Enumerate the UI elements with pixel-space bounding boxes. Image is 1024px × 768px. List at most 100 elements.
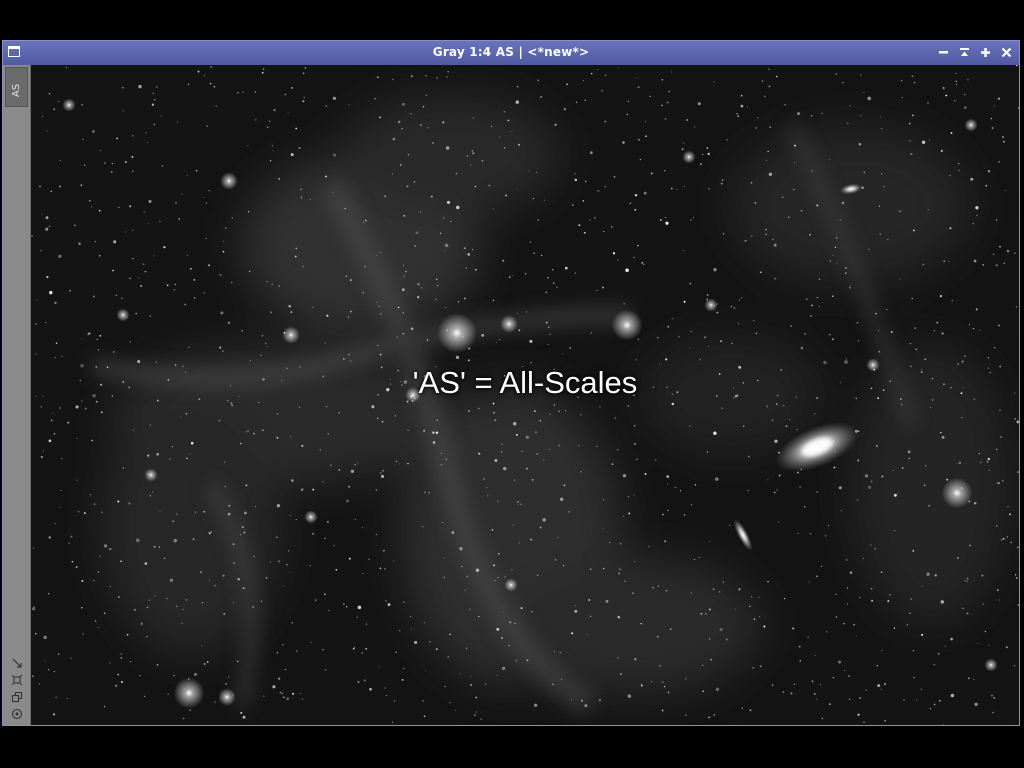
star [920,688,922,690]
star [811,170,814,172]
star [682,142,685,144]
zoom-fit-button[interactable] [9,655,25,670]
star [704,336,706,338]
star [863,171,866,174]
star [374,98,376,100]
star [289,514,291,517]
star [641,261,644,264]
image-canvas[interactable]: 'AS' = All-Scales [31,65,1019,725]
star [48,593,50,595]
star [122,86,124,89]
star [59,407,61,409]
star [670,187,673,190]
star [760,271,762,273]
star [955,72,957,75]
star [242,587,245,590]
star [312,488,315,491]
star [681,148,684,150]
star [59,506,61,508]
star [889,594,891,596]
star [782,196,784,198]
star [909,342,912,345]
star [803,506,806,508]
star [272,685,276,689]
star [442,217,445,219]
star [153,255,155,257]
star [277,677,281,680]
star [443,557,445,559]
star [144,270,147,273]
star [580,471,582,473]
star [301,444,304,447]
star [913,81,916,84]
title-bar[interactable]: Gray 1:4 AS | <*new*> [3,41,1019,65]
star [735,608,737,610]
star [950,693,955,698]
star [276,413,279,415]
preview-button[interactable] [9,689,25,704]
star [218,419,221,422]
star [868,248,870,251]
star [424,670,427,672]
star [319,449,322,451]
star [124,161,127,163]
star [627,405,629,407]
star [1001,479,1004,482]
star [352,647,355,650]
star [552,282,555,284]
star [435,298,437,300]
star [508,645,510,647]
view-tab-as[interactable]: AS [5,67,28,107]
maximize-icon [981,48,990,57]
star [486,487,488,489]
star [496,674,498,677]
star [664,540,667,543]
star [328,609,330,612]
star [589,151,593,155]
star [468,410,470,412]
star [689,347,691,349]
star [984,630,987,633]
star [492,299,495,302]
star [48,536,51,539]
star [289,436,292,438]
preview-icon [11,691,22,702]
star [591,72,593,75]
star [299,693,301,695]
star [423,429,425,432]
target-button[interactable] [9,706,25,721]
pan-button[interactable] [9,672,25,687]
star [472,152,475,155]
close-button[interactable] [998,44,1015,61]
star [1016,546,1019,549]
star [232,602,234,604]
star [496,627,500,631]
shade-button[interactable] [956,44,973,61]
star [741,707,743,709]
star [99,334,102,337]
star [1017,471,1019,473]
star [349,278,352,282]
star [481,334,485,337]
star [392,137,396,141]
star [578,224,581,226]
star [203,292,205,294]
star [43,635,47,640]
maximize-button[interactable] [977,44,994,61]
star [750,182,753,184]
star [554,123,557,127]
star [206,660,209,663]
star [881,127,883,130]
minimize-button[interactable] [935,44,952,61]
star [208,579,210,581]
star [958,461,962,464]
star [455,355,460,360]
star [325,105,328,107]
star [115,294,118,297]
star [941,435,945,439]
star [539,419,542,422]
star [237,578,240,581]
star [266,126,269,129]
star [736,113,738,115]
star [797,112,800,116]
